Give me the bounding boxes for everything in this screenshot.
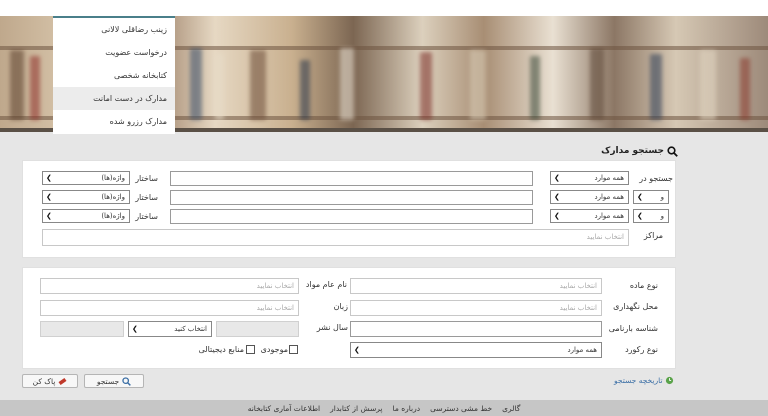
operator-select-2[interactable]: و ❯ — [633, 190, 669, 204]
general-name-label: نام عام مواد — [305, 280, 347, 289]
page-title: جستجو مدارک — [600, 144, 678, 158]
top-bar — [0, 0, 768, 16]
digital-resources-label: منابع دیجیتالی — [198, 345, 245, 354]
field-select-1[interactable]: همه موارد ❯ — [550, 171, 629, 185]
search-history-label: تاریخچه جستجو — [614, 376, 663, 385]
availability-label: موجودی — [260, 345, 288, 354]
record-type-label: نوع رکورد — [625, 345, 658, 354]
availability-checkbox[interactable] — [289, 345, 298, 354]
footer-nav: گالری خط مشی دسترسی درباره ما پرسش از کت… — [0, 400, 768, 416]
search-in-label: جستجو در — [639, 174, 673, 183]
location-input[interactable]: انتخاب نمایید — [350, 300, 602, 316]
eraser-icon — [58, 377, 67, 385]
chevron-down-icon: ❯ — [637, 193, 643, 201]
history-icon — [666, 376, 674, 385]
barcode-label: شناسه بارنامی — [608, 324, 658, 333]
general-name-input[interactable]: انتخاب نمایید — [40, 278, 299, 294]
search-icon — [122, 376, 132, 386]
menu-item-membership-request[interactable]: درخواست عضویت — [53, 41, 175, 64]
footer-link-ask-librarian[interactable]: پرسش از کتابدار — [330, 404, 382, 413]
search-history-link[interactable]: تاریخچه جستجو — [614, 376, 674, 385]
structure-label-2: ساختار — [135, 193, 158, 202]
menu-item-loaned-documents[interactable]: مدارک در دست امانت — [53, 87, 175, 110]
publication-year-from-input[interactable] — [40, 321, 124, 337]
footer-link-access-policy[interactable]: خط مشی دسترسی — [430, 404, 492, 413]
menu-item-username[interactable]: زینب رضاقلی لالانی — [53, 18, 175, 41]
structure-label-1: ساختار — [135, 174, 158, 183]
material-type-label: نوع ماده — [629, 281, 658, 290]
footer-link-statistics[interactable]: اطلاعات آماری کتابخانه — [248, 404, 320, 413]
search-button[interactable]: جستجو — [84, 374, 144, 388]
chevron-down-icon: ❯ — [554, 193, 560, 201]
footer-link-about[interactable]: درباره ما — [393, 404, 421, 413]
chevron-down-icon: ❯ — [354, 346, 360, 354]
structure-select-2[interactable]: واژه(ها) ❯ — [42, 190, 130, 204]
barcode-input[interactable] — [350, 321, 602, 337]
clear-button[interactable]: پاک کن — [22, 374, 78, 388]
structure-label-3: ساختار — [135, 212, 158, 221]
publication-year-label: سال نشر — [316, 323, 348, 332]
record-type-select[interactable]: همه موارد ❯ — [350, 342, 602, 358]
centers-label: مراکز — [643, 231, 663, 240]
field-select-3[interactable]: همه موارد ❯ — [550, 209, 629, 223]
publication-year-select[interactable]: انتخاب کنید ❯ — [128, 321, 212, 337]
centers-input[interactable]: انتخاب نمایید — [42, 229, 629, 246]
footer-link-gallery[interactable]: گالری — [502, 404, 520, 413]
location-label: محل نگهداری — [613, 302, 658, 311]
chevron-down-icon: ❯ — [46, 193, 52, 201]
publication-year-to-input[interactable] — [216, 321, 299, 337]
chevron-down-icon: ❯ — [554, 212, 560, 220]
material-type-input[interactable]: انتخاب نمایید — [350, 278, 602, 294]
field-select-2[interactable]: همه موارد ❯ — [550, 190, 629, 204]
chevron-down-icon: ❯ — [637, 212, 643, 220]
query-input-2[interactable] — [170, 190, 533, 205]
language-input[interactable]: انتخاب نمایید — [40, 300, 299, 316]
chevron-down-icon: ❯ — [46, 212, 52, 220]
user-menu: زینب رضاقلی لالانی درخواست عضویت کتابخان… — [53, 16, 175, 134]
chevron-down-icon: ❯ — [132, 325, 138, 333]
structure-select-1[interactable]: واژه(ها) ❯ — [42, 171, 130, 185]
chevron-down-icon: ❯ — [554, 174, 560, 182]
query-input-1[interactable] — [170, 171, 533, 186]
digital-resources-checkbox[interactable] — [246, 345, 255, 354]
language-label: زبان — [333, 302, 348, 311]
page-title-text: جستجو مدارک — [601, 146, 664, 156]
search-icon — [667, 145, 678, 157]
search-button-label: جستجو — [96, 376, 120, 386]
clear-button-label: پاک کن — [32, 376, 56, 386]
query-input-3[interactable] — [170, 209, 533, 224]
structure-select-3[interactable]: واژه(ها) ❯ — [42, 209, 130, 223]
menu-item-personal-library[interactable]: کتابخانه شخصی — [53, 64, 175, 87]
menu-item-reserved-documents[interactable]: مدارک رزرو شده — [53, 110, 175, 133]
chevron-down-icon: ❯ — [46, 174, 52, 182]
operator-select-3[interactable]: و ❯ — [633, 209, 669, 223]
